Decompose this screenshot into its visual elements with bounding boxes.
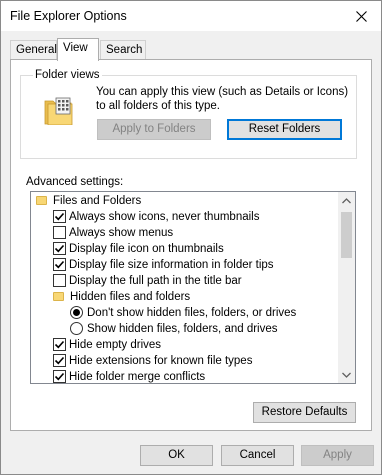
setting-label: Always show menus (69, 227, 174, 239)
setting-label: Hide empty drives (69, 339, 162, 351)
tab-general[interactable]: General (10, 40, 57, 60)
setting-label: Display the full path in the title bar (69, 275, 242, 287)
scroll-up-button[interactable] (338, 192, 355, 209)
checkmark-icon (54, 356, 65, 365)
setting-dont-show-hidden[interactable]: Don't show hidden files, folders, or dri… (70, 305, 343, 321)
tab-search-label: Search (106, 44, 143, 56)
checkbox[interactable] (53, 370, 66, 383)
checkmark-icon (54, 340, 65, 349)
checkbox[interactable] (53, 242, 66, 255)
chevron-down-icon (342, 372, 351, 378)
folder-icon (53, 292, 64, 301)
tab-search[interactable]: Search (100, 40, 146, 60)
apply-button[interactable]: Apply (301, 445, 374, 466)
setting-hide-empty-drives[interactable]: Hide empty drives (53, 337, 343, 353)
tree-folder-files-and-folders: Files and Folders (36, 193, 141, 209)
setting-label: Display file size information in folder … (69, 259, 274, 271)
tree-item-label: Files and Folders (53, 195, 142, 207)
title-bar: File Explorer Options (1, 1, 381, 31)
setting-label: Display file icon on thumbnails (69, 243, 224, 255)
close-button[interactable] (341, 1, 381, 31)
reset-folders-button[interactable]: Reset Folders (227, 119, 342, 140)
advanced-settings-list[interactable]: Files and Folders Always show icons, nev… (30, 191, 356, 384)
setting-display-file-icon[interactable]: Display file icon on thumbnails (53, 241, 343, 257)
radio-dot (73, 309, 80, 316)
setting-hide-merge-conflicts[interactable]: Hide folder merge conflicts (53, 369, 343, 383)
checkmark-icon (54, 260, 65, 269)
checkbox[interactable] (53, 338, 66, 351)
checkbox[interactable] (53, 226, 66, 239)
setting-hide-extensions[interactable]: Hide extensions for known file types (53, 353, 343, 369)
setting-label: Always show icons, never thumbnails (69, 211, 260, 223)
scroll-down-button[interactable] (338, 366, 355, 383)
apply-to-folders-button[interactable]: Apply to Folders (97, 119, 211, 140)
cancel-button[interactable]: Cancel (221, 445, 294, 466)
chevron-up-icon (342, 197, 351, 203)
setting-label: Show hidden files, folders, and drives (87, 323, 278, 335)
setting-label: Hide folder merge conflicts (69, 371, 206, 383)
advanced-settings-label: Advanced settings: (26, 176, 124, 188)
window-title: File Explorer Options (10, 9, 127, 23)
folder-icon (36, 196, 47, 205)
checkmark-icon (54, 372, 65, 381)
folder-views-label: Folder views (33, 69, 102, 81)
restore-defaults-button[interactable]: Restore Defaults (253, 402, 356, 423)
setting-always-show-icons[interactable]: Always show icons, never thumbnails (53, 209, 343, 225)
checkbox[interactable] (53, 274, 66, 287)
ok-button[interactable]: OK (140, 445, 213, 466)
tree-item-label: Hidden files and folders (70, 291, 191, 303)
tab-view-label: View (63, 42, 88, 54)
radio-button[interactable] (70, 306, 83, 319)
folder-icon (44, 97, 73, 125)
setting-display-file-size[interactable]: Display file size information in folder … (53, 257, 343, 273)
close-icon (355, 10, 367, 22)
setting-display-full-path[interactable]: Display the full path in the title bar (53, 273, 343, 289)
radio-button[interactable] (70, 322, 83, 335)
checkmark-icon (54, 212, 65, 221)
setting-always-show-menus[interactable]: Always show menus (53, 225, 343, 241)
tab-general-label: General (16, 44, 57, 56)
folder-views-description: You can apply this view (such as Details… (96, 86, 349, 112)
checkbox[interactable] (53, 354, 66, 367)
checkbox[interactable] (53, 258, 66, 271)
setting-label: Hide extensions for known file types (69, 355, 253, 367)
setting-label: Don't show hidden files, folders, or dri… (87, 307, 297, 319)
setting-show-hidden[interactable]: Show hidden files, folders, and drives (70, 321, 343, 337)
tree-folder-hidden-files: Hidden files and folders (53, 289, 190, 305)
vertical-scrollbar[interactable] (338, 192, 355, 383)
checkmark-icon (54, 244, 65, 253)
file-explorer-options-dialog: File Explorer Options General View Searc… (0, 0, 382, 475)
checkbox[interactable] (53, 210, 66, 223)
tab-view[interactable]: View (57, 38, 99, 61)
scrollbar-thumb[interactable] (341, 212, 352, 258)
